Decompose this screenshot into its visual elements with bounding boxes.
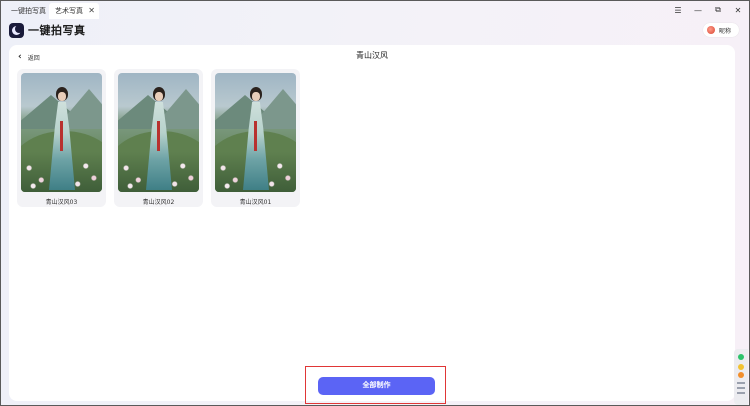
tab-close-icon[interactable]: ✕: [88, 3, 95, 19]
app-header: 一键拍写真: [9, 22, 86, 38]
template-card[interactable]: 青山汉风01: [211, 69, 300, 207]
template-card-label: 青山汉风03: [45, 199, 78, 206]
tab-art-portrait-label: 艺术写真: [55, 7, 83, 15]
floating-side-widget[interactable]: [734, 349, 748, 405]
status-dot-orange-icon: [738, 372, 744, 378]
template-thumbnail: [21, 73, 102, 192]
tab-portrait-label: 一键拍写真: [11, 7, 46, 15]
tab-portrait[interactable]: 一键拍写真: [1, 3, 47, 19]
template-card[interactable]: 青山汉风02: [114, 69, 203, 207]
menu-icon[interactable]: ☰: [673, 6, 683, 15]
template-card[interactable]: 青山汉风03: [17, 69, 106, 207]
template-thumbnail: [118, 73, 199, 192]
action-highlight-box: 全部制作: [305, 366, 446, 404]
page-title: 青山汉风: [356, 51, 388, 60]
app-title: 一键拍写真: [28, 24, 86, 37]
restore-icon[interactable]: ⧉: [713, 5, 723, 15]
user-name: 昵称: [719, 27, 732, 35]
make-all-button[interactable]: 全部制作: [318, 377, 435, 395]
tab-art-portrait[interactable]: 艺术写真 ✕: [49, 3, 99, 19]
status-dot-green-icon: [738, 354, 744, 360]
template-card-label: 青山汉风01: [239, 199, 272, 206]
template-card-label: 青山汉风02: [142, 199, 175, 206]
template-thumbnail: [215, 73, 296, 192]
status-dot-yellow-icon: [738, 364, 744, 370]
content-panel: ‹ 返回 青山汉风 青山汉风03 青山汉风02 青山汉风01: [9, 45, 735, 401]
tab-bar: 一键拍写真 艺术写真 ✕: [1, 1, 749, 19]
user-profile-button[interactable]: 昵称: [703, 23, 739, 37]
app-window: 一键拍写真 艺术写真 ✕ ☰ — ⧉ ✕ 一键拍写真 昵称 ‹ 返回 青山汉风 …: [0, 0, 750, 406]
grip-icon: [737, 382, 745, 397]
minimize-icon[interactable]: —: [693, 6, 703, 15]
window-controls: ☰ — ⧉ ✕: [673, 5, 743, 15]
avatar: [707, 26, 715, 34]
app-logo-icon: [9, 22, 24, 38]
close-icon[interactable]: ✕: [733, 6, 743, 15]
